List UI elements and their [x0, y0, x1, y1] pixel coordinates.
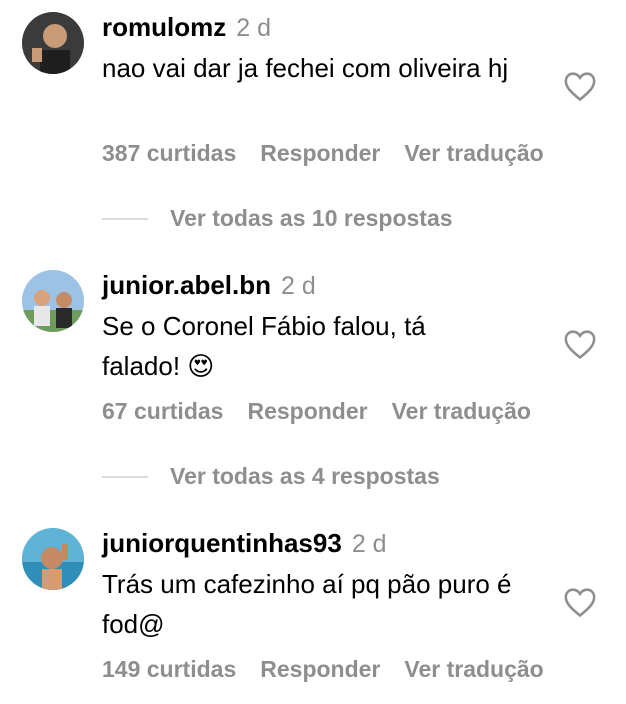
username[interactable]: romulomz [102, 12, 226, 42]
timestamp: 2 d [236, 14, 271, 42]
comment-header: junior.abel.bn 2 d [102, 270, 316, 301]
comment-item: junior.abel.bn 2 d Se o Coronel Fábio fal… [0, 270, 626, 460]
translate-button[interactable]: Ver tradução [404, 140, 543, 166]
avatar[interactable] [22, 528, 84, 590]
view-replies-label: Ver todas as 10 respostas [170, 205, 453, 231]
reply-button[interactable]: Responder [260, 656, 380, 682]
comment-header: juniorquentinhas93 2 d [102, 528, 387, 559]
comment-actions: 149 curtidas Responder Ver tradução [102, 656, 568, 683]
timestamp: 2 d [351, 530, 387, 558]
comment-text: Trás um cafezinho aí pq pão puro é fod@ [102, 569, 512, 639]
translate-button[interactable]: Ver tradução [392, 398, 531, 424]
avatar[interactable] [22, 12, 84, 74]
heart-outline-icon[interactable] [563, 70, 597, 102]
view-replies-label: Ver todas as 4 respostas [170, 463, 440, 489]
like-count[interactable]: 387 curtidas [102, 140, 236, 166]
avatar[interactable] [22, 270, 84, 332]
comment-text: nao vai dar ja fechei com oliveira hj [102, 53, 509, 83]
comment-header: romulomz 2 d [102, 12, 271, 43]
divider [102, 217, 148, 220]
reply-button[interactable]: Responder [260, 140, 380, 166]
comment-actions: 387 curtidas Responder Ver tradução [102, 140, 568, 167]
heart-outline-icon[interactable] [563, 328, 597, 360]
like-count[interactable]: 149 curtidas [102, 656, 236, 682]
view-replies-button[interactable]: Ver todas as 10 respostas [102, 205, 453, 232]
heart-outline-icon[interactable] [563, 586, 597, 618]
like-count[interactable]: 67 curtidas [102, 398, 223, 424]
comment-item: romulomz 2 d nao vai dar ja fechei com ol… [0, 12, 626, 202]
comment-item: juniorquentinhas93 2 d Trás um cafezinho … [0, 528, 626, 704]
timestamp: 2 d [281, 272, 316, 300]
translate-button[interactable]: Ver tradução [404, 656, 543, 682]
reply-button[interactable]: Responder [247, 398, 367, 424]
comment-text: Se o Coronel Fábio falou, tá falado! 😍 [102, 311, 426, 381]
divider [102, 475, 148, 478]
view-replies-button[interactable]: Ver todas as 4 respostas [102, 463, 440, 490]
username[interactable]: junior.abel.bn [102, 270, 271, 300]
comment-actions: 67 curtidas Responder Ver tradução [102, 398, 555, 425]
username[interactable]: juniorquentinhas93 [102, 528, 342, 558]
